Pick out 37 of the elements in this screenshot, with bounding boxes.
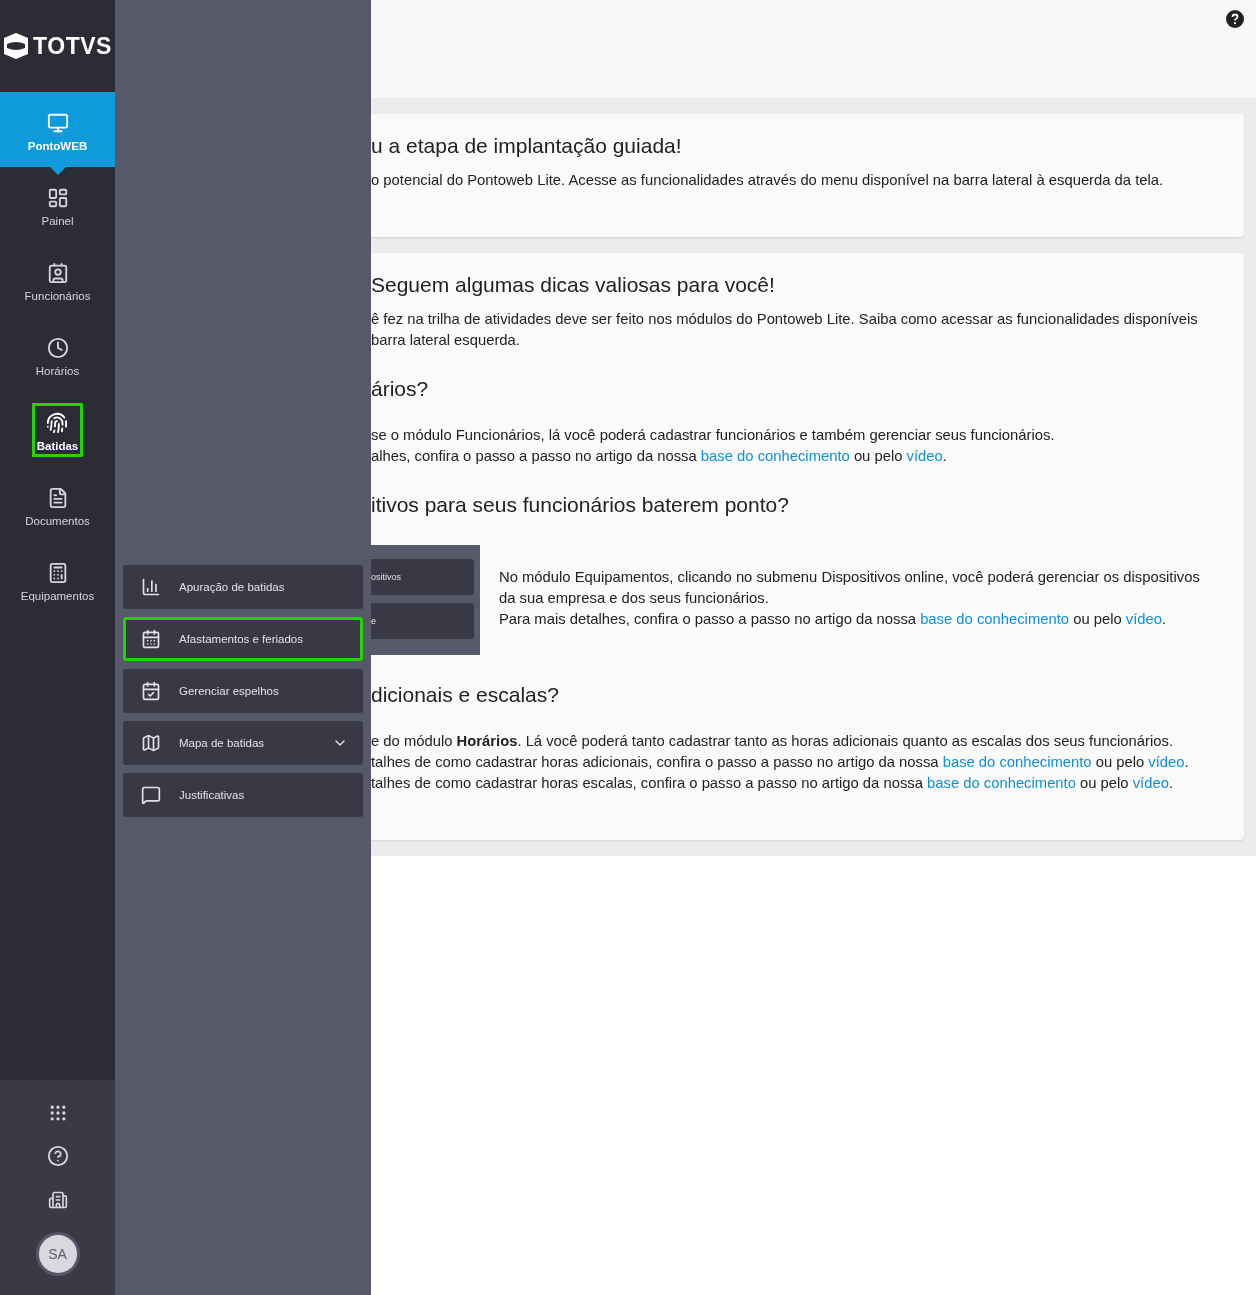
help-icon[interactable] [1226,10,1244,30]
submenu-item[interactable]: Justificativas [123,773,363,817]
paragraph: ê fez na trilha de atividades deve ser feito nos módulos do Pontoweb Lite. Saiba como acessar as funcionalidades disponíveis barra lateral esquerda. [371,310,1199,350]
nav-item[interactable]: Equipamentos [15,552,100,607]
dashboard-icon [46,186,69,209]
section-heading: ários? [371,377,430,401]
card-title: Seguem algumas dicas valiosas para você! [371,273,776,297]
submenu-item[interactable]: Afastamentos e feriados [123,617,363,661]
fingerprint-icon [46,411,69,434]
bar-chart-icon [141,577,161,597]
nav-item[interactable]: Documentos [20,477,95,532]
submenu-item[interactable]: Gerenciar espelhos [123,669,363,713]
id-badge-icon [46,261,69,284]
submenu-item[interactable]: Apuração de batidas [123,565,363,609]
nav-item[interactable]: Painel [36,177,79,232]
paragraph: o potencial do Pontoweb Lite. Acesse as funcionalidades através do menu disponível na barra lateral à esquerda da tela. [371,171,1165,190]
clock-icon [46,336,69,359]
logo-text: TOTVS [33,32,112,60]
nav-item[interactable]: Horários [30,327,85,382]
section-heading: dicionais e escalas? [371,683,560,707]
paragraph: e do módulo Horários. Lá você poderá tanto cadastrar tanto as horas adicionais quanto as escalas dos seus funcionários. talhes de como cadastrar horas adicionais, confira o passo a passo no artigo da nossa base do conhecimento ou pelo vídeo. talhes de como cadastrar horas escalas, confira o passo a passo no artigo da nossa base do conhecimento ou pelo vídeo. [371,732,1190,793]
nav-item[interactable]: Batidas [31,402,84,457]
map-icon [141,733,161,753]
section-heading: itivos para seus funcionários baterem ponto? [371,493,790,517]
submenu-item[interactable]: Mapa de batidas [123,721,363,765]
calendar-icon [141,629,161,649]
logo-icon [3,32,30,60]
avatar[interactable]: SA [35,1231,80,1276]
chat-icon [141,785,161,805]
monitor-icon [46,111,69,134]
paragraph: se o módulo Funcionários, lá você poderá cadastrar funcionários e também gerenciar seus funcionários. alhes, confira o passo a passo no artigo da nossa base do conhecimento ou pelo vídeo. [371,426,1056,466]
building-icon[interactable] [47,1189,68,1210]
calendar-check-icon [141,681,161,701]
help-icon[interactable] [46,1145,69,1168]
card-title: u a etapa de implantação guiada! [371,134,683,158]
paragraph: No módulo Equipamentos, clicando no submenu Dispositivos online, você poderá gerenciar os dispositivos da sua empresa e dos seus funcionários. Para mais detalhes, confira o passo a passo no artigo da nossa base do conhecimento ou pelo vídeo. [499,568,1200,629]
nav-item[interactable]: Funcionários [19,252,96,307]
